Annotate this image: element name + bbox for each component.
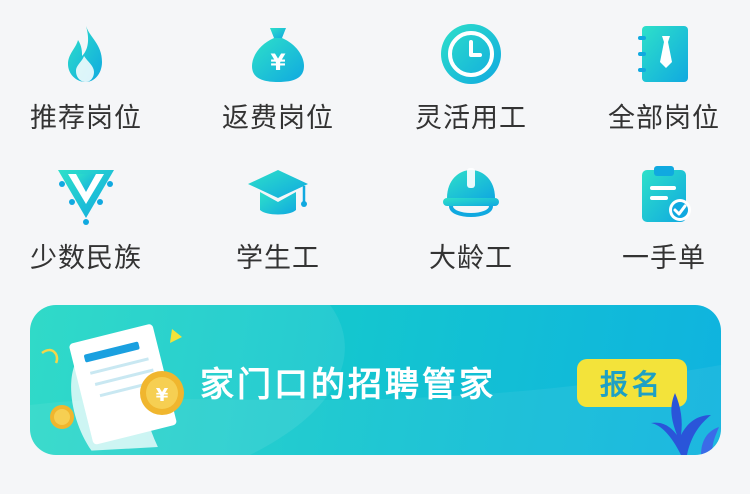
category-label: 一手单: [622, 243, 706, 274]
clipboard-check-icon: [642, 166, 691, 222]
clock-icon: [441, 24, 501, 84]
category-grid: 推荐岗位 ¥ 返费岗位 灵活用工 全部岗位 少数民族 学生工 大龄工 一手单: [0, 0, 750, 300]
notebook-tie-icon: [638, 26, 688, 82]
category-all-jobs[interactable]: 全部岗位: [570, 22, 750, 142]
category-ethnic-minority[interactable]: 少数民族: [0, 162, 180, 282]
category-label: 灵活用工: [415, 103, 527, 134]
category-label: 大龄工: [429, 243, 513, 274]
category-recommended-jobs[interactable]: 推荐岗位: [0, 22, 180, 142]
category-student-workers[interactable]: 学生工: [184, 162, 372, 282]
category-first-hand-orders[interactable]: 一手单: [570, 162, 750, 282]
document-coins-illustration: ¥: [41, 324, 184, 451]
leaf-decoration: [651, 393, 719, 455]
category-label: 少数民族: [30, 243, 142, 274]
category-label: 全部岗位: [608, 103, 720, 134]
category-label: 学生工: [236, 243, 320, 274]
fire-icon: [68, 26, 102, 82]
banner-slogan: 家门口的招聘管家: [200, 365, 496, 405]
category-older-workers[interactable]: 大龄工: [377, 162, 565, 282]
graduation-cap-icon: [248, 170, 308, 215]
hard-hat-icon: [443, 168, 499, 217]
svg-text:¥: ¥: [156, 385, 169, 406]
svg-text:¥: ¥: [270, 51, 286, 76]
ethnic-collar-icon: [58, 170, 114, 225]
recruitment-banner[interactable]: ¥ 家门口的招聘管家 报名: [30, 305, 721, 455]
category-label: 返费岗位: [222, 103, 334, 134]
category-flexible-work[interactable]: 灵活用工: [377, 22, 565, 142]
category-label: 推荐岗位: [30, 103, 142, 134]
money-bag-icon: ¥: [252, 28, 304, 82]
category-rebate-jobs[interactable]: ¥ 返费岗位: [184, 22, 372, 142]
